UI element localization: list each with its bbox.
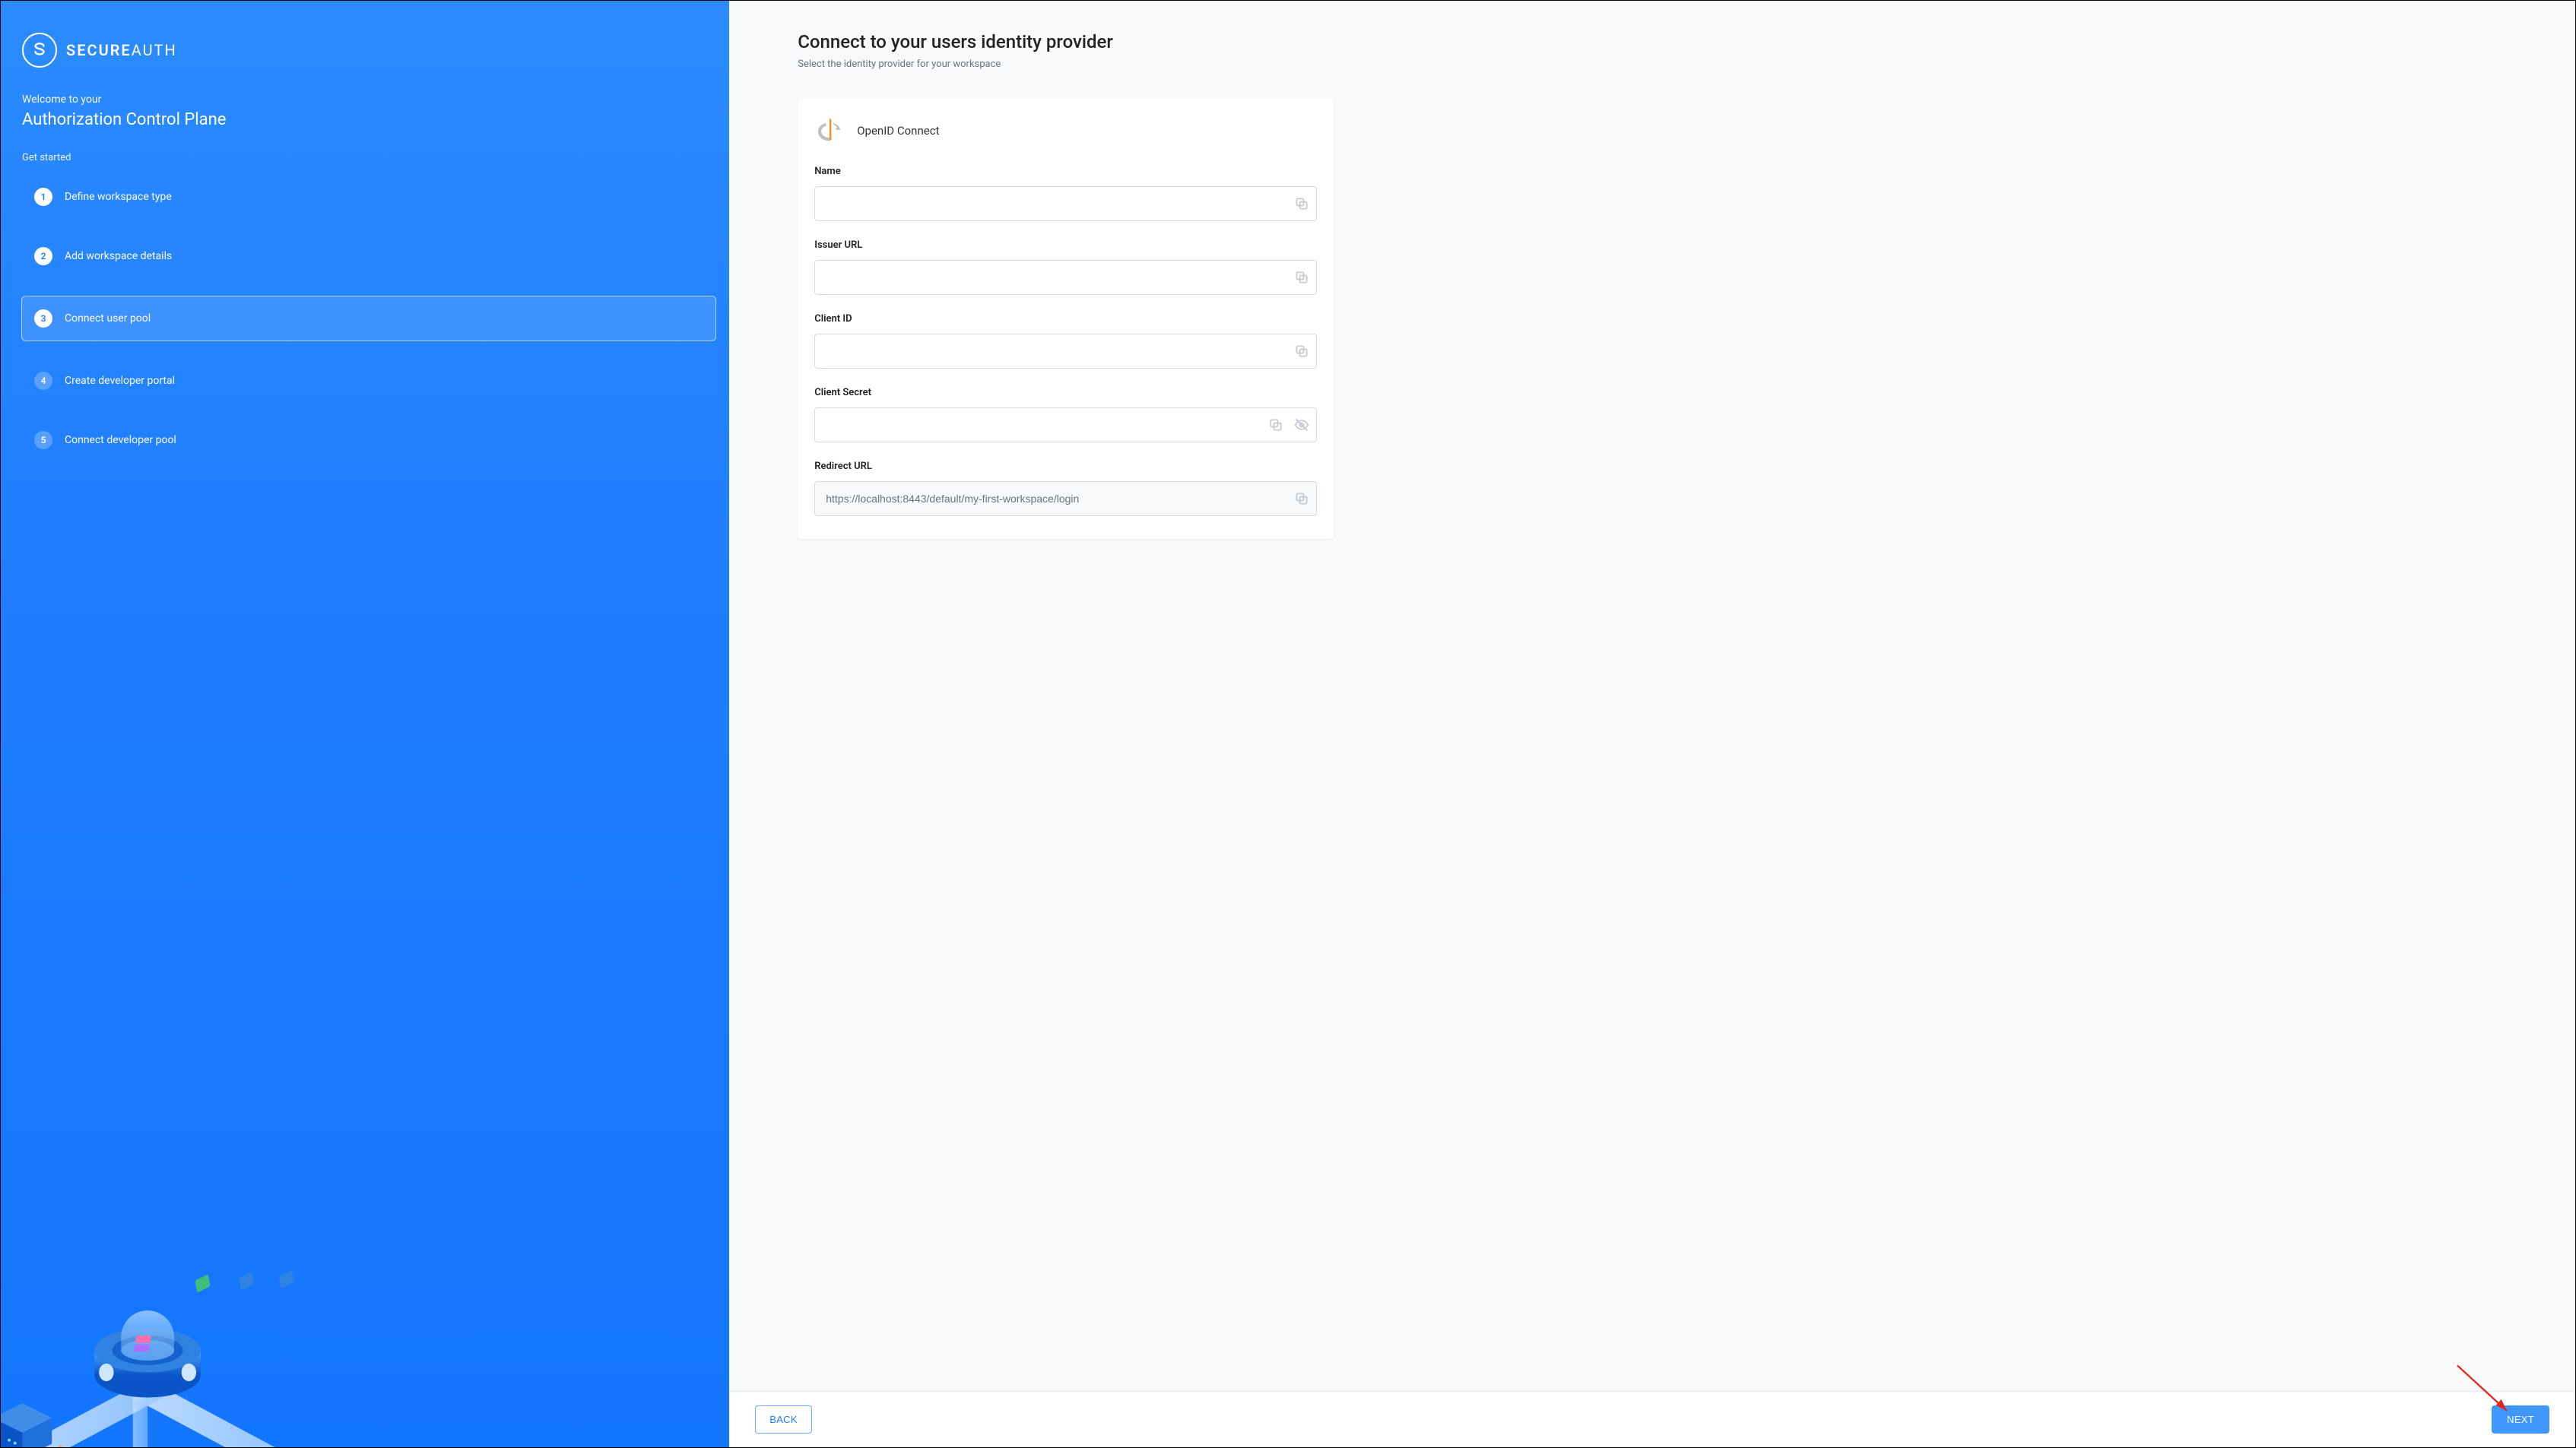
field-client-secret: Client Secret — [814, 387, 1317, 442]
sidebar: SECUREAUTH Welcome to your Authorization… — [1, 1, 729, 1447]
main-panel: Connect to your users identity provider … — [729, 1, 2575, 1447]
redirect-url-label: Redirect URL — [814, 461, 1317, 472]
copy-icon[interactable] — [1294, 196, 1309, 211]
eye-off-icon[interactable] — [1294, 417, 1309, 432]
brand-logo: SECUREAUTH — [1, 1, 729, 86]
wizard-footer: BACK NEXT — [729, 1391, 2575, 1447]
openid-icon — [814, 116, 845, 146]
copy-icon[interactable] — [1294, 491, 1309, 506]
field-name: Name — [814, 166, 1317, 221]
client-id-label: Client ID — [814, 313, 1317, 325]
step-number: 1 — [34, 188, 52, 206]
provider-name: OpenID Connect — [857, 124, 939, 138]
step-define-workspace-type[interactable]: 1 Define workspace type — [22, 177, 715, 217]
field-client-id: Client ID — [814, 313, 1317, 369]
step-label: Connect user pool — [65, 312, 151, 325]
redirect-url-input[interactable] — [814, 481, 1317, 516]
client-id-input[interactable] — [814, 334, 1317, 369]
copy-icon[interactable] — [1294, 270, 1309, 285]
page-subtitle: Select the identity provider for your wo… — [798, 59, 2533, 70]
sidebar-title: Authorization Control Plane — [1, 107, 729, 144]
get-started-label: Get started — [1, 144, 729, 173]
step-label: Define workspace type — [65, 191, 172, 203]
copy-icon[interactable] — [1294, 344, 1309, 359]
step-label: Add workspace details — [65, 250, 172, 262]
app-root: SECUREAUTH Welcome to your Authorization… — [0, 0, 2576, 1448]
step-add-workspace-details[interactable]: 2 Add workspace details — [22, 236, 715, 276]
welcome-text: Welcome to your — [1, 86, 729, 107]
field-redirect-url: Redirect URL — [814, 461, 1317, 516]
provider-header: OpenID Connect — [814, 116, 1317, 146]
sidebar-illustration — [1, 1219, 309, 1447]
name-label: Name — [814, 166, 1317, 177]
client-secret-input[interactable] — [814, 407, 1317, 442]
main-header: Connect to your users identity provider … — [729, 1, 2575, 85]
step-number: 4 — [34, 372, 52, 390]
issuer-url-label: Issuer URL — [814, 239, 1317, 251]
brand-mark-icon — [22, 33, 57, 68]
wizard-steps: 1 Define workspace type 2 Add workspace … — [1, 173, 729, 460]
brand-strong: SECURE — [66, 41, 132, 59]
name-input[interactable] — [814, 186, 1317, 221]
main-body: OpenID Connect Name Issuer URL — [729, 85, 2575, 1391]
copy-icon[interactable] — [1268, 417, 1283, 432]
step-number: 5 — [34, 431, 52, 449]
issuer-url-input[interactable] — [814, 260, 1317, 295]
step-connect-user-pool[interactable]: 3 Connect user pool — [21, 296, 716, 341]
step-number: 2 — [34, 247, 52, 265]
step-label: Connect developer pool — [65, 434, 176, 446]
brand-text: SECUREAUTH — [66, 41, 177, 59]
step-connect-developer-pool[interactable]: 5 Connect developer pool — [22, 420, 715, 460]
idp-form-card: OpenID Connect Name Issuer URL — [798, 99, 1334, 539]
step-label: Create developer portal — [65, 375, 175, 387]
page-title: Connect to your users identity provider — [798, 31, 2533, 52]
back-button[interactable]: BACK — [755, 1405, 812, 1434]
field-issuer-url: Issuer URL — [814, 239, 1317, 295]
client-secret-label: Client Secret — [814, 387, 1317, 398]
step-create-developer-portal[interactable]: 4 Create developer portal — [22, 361, 715, 401]
step-number: 3 — [34, 309, 52, 328]
next-button[interactable]: NEXT — [2492, 1405, 2549, 1434]
brand-light: AUTH — [132, 41, 177, 59]
